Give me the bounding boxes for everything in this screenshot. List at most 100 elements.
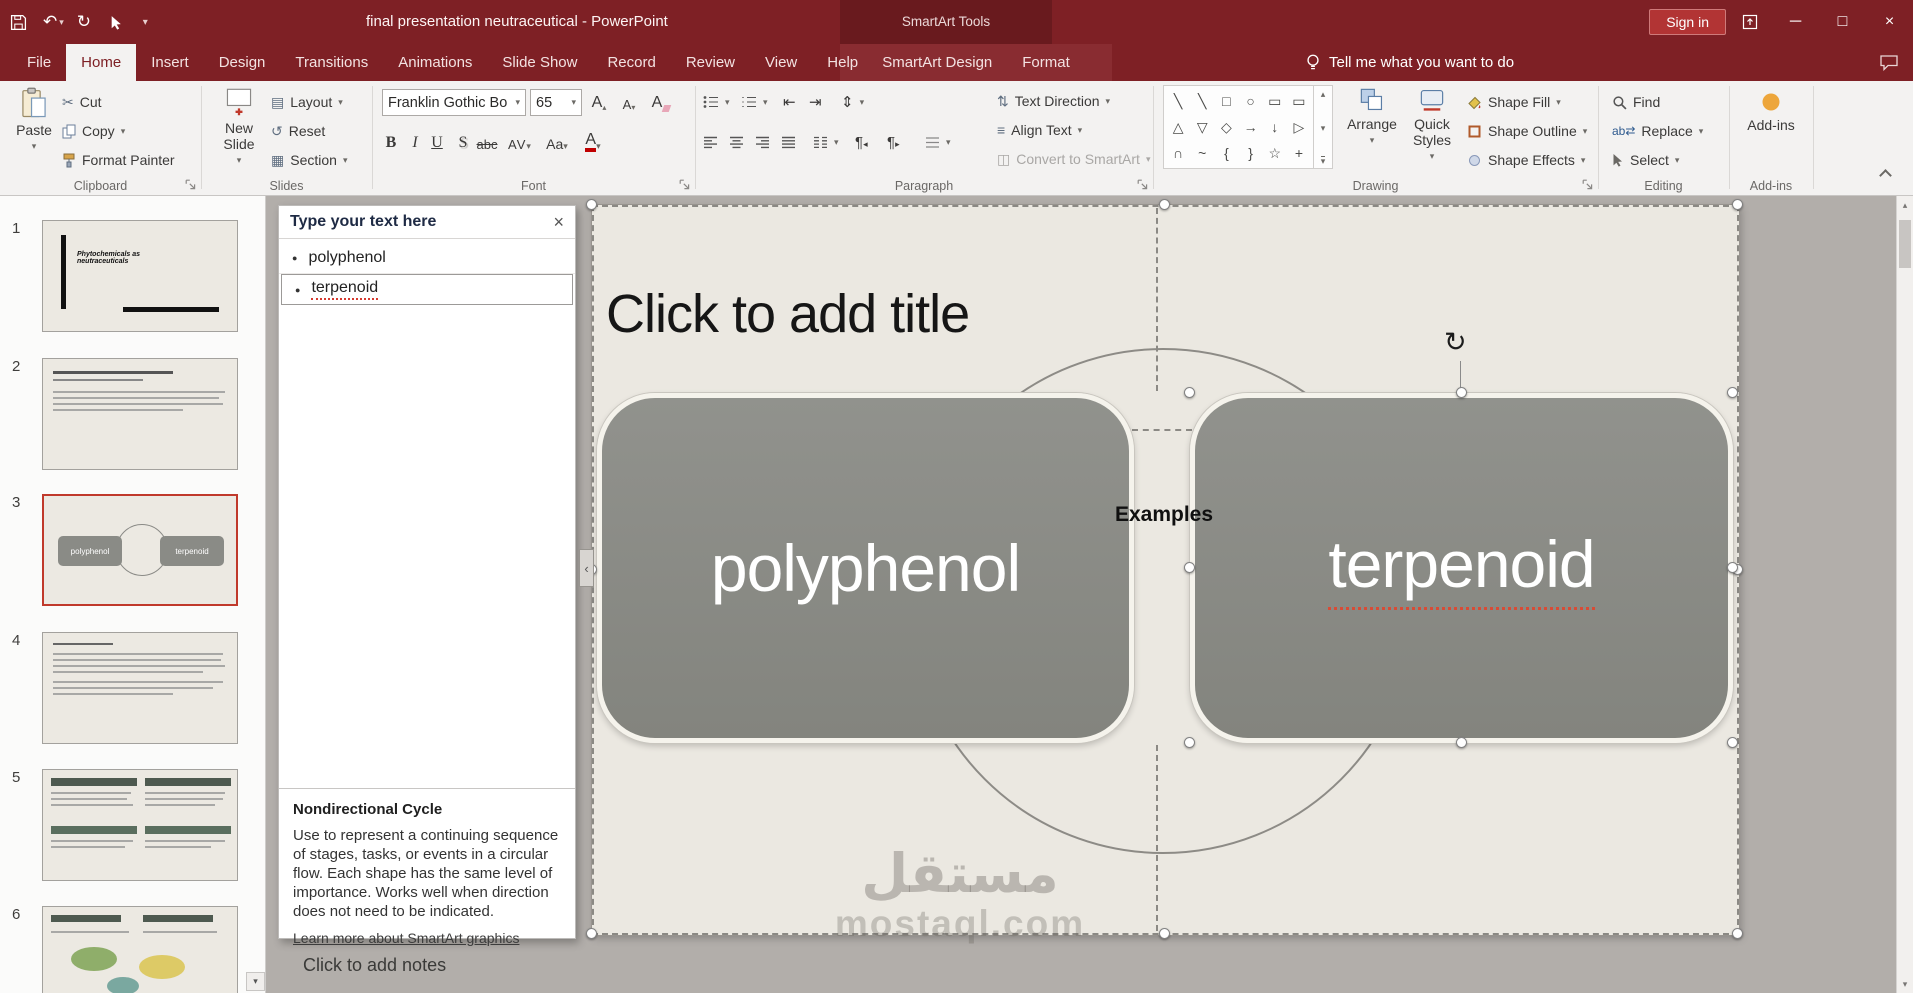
shape-handle[interactable] <box>1727 737 1738 748</box>
text-pane-item-current[interactable]: ● terpenoid <box>281 274 573 305</box>
shape-option-brace-left[interactable]: { <box>1224 145 1229 161</box>
scroll-down-icon[interactable]: ▾ <box>1897 975 1913 993</box>
smartart-center-label[interactable]: Examples <box>1084 503 1244 527</box>
select-button[interactable]: Select ▾ <box>1612 147 1679 173</box>
shape-option-rounded-rect[interactable]: ▭ <box>1268 93 1281 110</box>
paragraph-dialog-launcher[interactable] <box>1137 179 1149 191</box>
slide-canvas[interactable]: Click to add title polyphenol terpenoid … <box>586 199 1743 939</box>
cut-button[interactable]: ✂ Cut <box>62 89 102 115</box>
font-name-combobox[interactable]: Franklin Gothic Bo ▾ <box>382 89 526 116</box>
slide-thumbnail-2[interactable] <box>42 358 238 470</box>
bullets-button[interactable]: ▾ <box>703 89 730 115</box>
layout-button[interactable]: ▤ Layout ▾ <box>271 89 343 115</box>
close-icon[interactable]: × <box>553 212 564 233</box>
tab-design[interactable]: Design <box>204 44 281 81</box>
slide-thumbnail-5[interactable] <box>42 769 238 881</box>
copy-button[interactable]: Copy ▾ <box>62 118 125 144</box>
text-pane-item[interactable]: ● polyphenol <box>279 243 575 274</box>
thumbnails-scroll-down-button[interactable]: ▾ <box>246 972 265 991</box>
decrease-indent-button[interactable]: ⇤ <box>783 89 796 115</box>
minimize-button[interactable]: ─ <box>1772 0 1819 44</box>
numbering-button[interactable]: ▾ <box>741 89 768 115</box>
font-dialog-launcher[interactable] <box>679 179 691 191</box>
shape-fill-button[interactable]: Shape Fill ▾ <box>1467 89 1561 115</box>
align-right-button[interactable] <box>755 129 770 155</box>
touch-mouse-mode-icon[interactable] <box>110 15 130 30</box>
tab-format[interactable]: Format <box>1007 44 1085 81</box>
close-button[interactable]: × <box>1866 0 1913 44</box>
tab-transitions[interactable]: Transitions <box>280 44 383 81</box>
rtl-text-button[interactable]: ¶▸ <box>887 129 900 155</box>
rotate-cursor-icon[interactable]: ↻ <box>1444 327 1467 358</box>
vertical-scrollbar[interactable]: ▴ ▾ <box>1896 196 1913 993</box>
shape-handle[interactable] <box>1184 737 1195 748</box>
convert-to-smartart-button[interactable]: ◫ Convert to SmartArt ▾ <box>997 146 1150 172</box>
shape-option-arc[interactable]: ∩ <box>1173 145 1183 161</box>
align-text-button[interactable]: ≡ Align Text ▾ <box>997 117 1082 143</box>
ltr-text-button[interactable]: ¶◂ <box>855 129 868 155</box>
clipboard-dialog-launcher[interactable] <box>185 179 197 191</box>
shape-handle[interactable] <box>1184 562 1195 573</box>
align-center-button[interactable] <box>729 129 744 155</box>
shape-option-triangle-down[interactable]: ▽ <box>1197 119 1208 136</box>
gallery-more-icon[interactable]: ▾ <box>1320 156 1326 166</box>
learn-more-link[interactable]: Learn more about SmartArt graphics <box>293 930 519 948</box>
selection-handle[interactable] <box>586 928 597 939</box>
selection-handle[interactable] <box>1732 928 1743 939</box>
find-button[interactable]: Find <box>1612 89 1660 115</box>
shape-option-star[interactable]: ☆ <box>1268 145 1281 162</box>
justify-button[interactable] <box>781 129 796 155</box>
tab-slide-show[interactable]: Slide Show <box>487 44 592 81</box>
notes-placeholder[interactable]: Click to add notes <box>303 955 446 976</box>
text-direction-button[interactable]: ⇅ Text Direction ▾ <box>997 88 1110 114</box>
align-left-button[interactable] <box>703 129 718 155</box>
smartart-shape-polyphenol[interactable]: polyphenol <box>597 393 1134 743</box>
scrollbar-thumb[interactable] <box>1899 220 1911 268</box>
tab-smartart-design[interactable]: SmartArt Design <box>867 44 1007 81</box>
slide-thumbnail-4[interactable] <box>42 632 238 744</box>
selection-handle[interactable] <box>1732 199 1743 210</box>
shape-option-arrow-shape[interactable]: ▷ <box>1294 119 1305 136</box>
qat-customize-icon[interactable]: ▾ <box>143 17 163 28</box>
line-spacing-button[interactable]: ⇕ ▾ <box>841 89 864 115</box>
replace-button[interactable]: ab⇄ Replace ▾ <box>1612 118 1703 144</box>
shape-option-line[interactable]: ╲ <box>1174 93 1182 110</box>
underline-button[interactable]: U <box>426 129 448 155</box>
selection-handle[interactable] <box>1159 928 1170 939</box>
drawing-dialog-launcher[interactable] <box>1582 179 1594 191</box>
new-slide-button[interactable]: New Slide ▾ <box>211 84 267 166</box>
shape-option-brace-right[interactable]: } <box>1248 145 1253 161</box>
format-painter-button[interactable]: Format Painter <box>62 147 175 173</box>
undo-button[interactable]: ↶ ▾ <box>43 12 64 32</box>
font-size-combobox[interactable]: 65 ▾ <box>530 89 582 116</box>
slide-thumbnail-6[interactable] <box>42 906 238 993</box>
shape-handle[interactable] <box>1456 387 1467 398</box>
tab-animations[interactable]: Animations <box>383 44 487 81</box>
shape-option-diamond[interactable]: ◇ <box>1221 119 1232 136</box>
character-spacing-button[interactable]: AV ▾ <box>508 129 532 155</box>
gallery-down-icon[interactable]: ▾ <box>1321 123 1326 134</box>
add-remove-columns-button[interactable]: ▾ <box>925 129 951 155</box>
shape-option-rect2[interactable]: ▭ <box>1292 93 1305 110</box>
tab-view[interactable]: View <box>750 44 812 81</box>
selection-handle[interactable] <box>1159 199 1170 210</box>
reset-button[interactable]: ↺ Reset <box>271 118 325 144</box>
smartart-shape-terpenoid[interactable]: terpenoid <box>1190 393 1733 743</box>
collapse-ribbon-icon[interactable] <box>1878 168 1892 182</box>
shape-option-oval[interactable]: ○ <box>1246 93 1254 109</box>
tab-review[interactable]: Review <box>671 44 750 81</box>
shape-option-curve[interactable]: ~ <box>1198 145 1206 161</box>
text-shadow-button[interactable]: S <box>452 129 474 155</box>
strikethrough-button[interactable]: abc <box>476 129 498 155</box>
maximize-button[interactable]: □ <box>1819 0 1866 44</box>
font-color-button[interactable]: A ▾ <box>582 129 604 155</box>
redo-button[interactable]: ↻ <box>77 12 97 32</box>
shape-outline-button[interactable]: Shape Outline ▾ <box>1467 118 1587 144</box>
bold-button[interactable]: B <box>380 129 402 155</box>
comment-icon[interactable] <box>1879 54 1899 71</box>
selection-handle[interactable] <box>586 199 597 210</box>
shape-handle[interactable] <box>1456 737 1467 748</box>
shape-option-arrow-down[interactable]: ↓ <box>1271 119 1278 135</box>
change-case-button[interactable]: Aa ▾ <box>546 129 568 155</box>
increase-font-size-button[interactable]: A ▴ <box>588 89 610 115</box>
